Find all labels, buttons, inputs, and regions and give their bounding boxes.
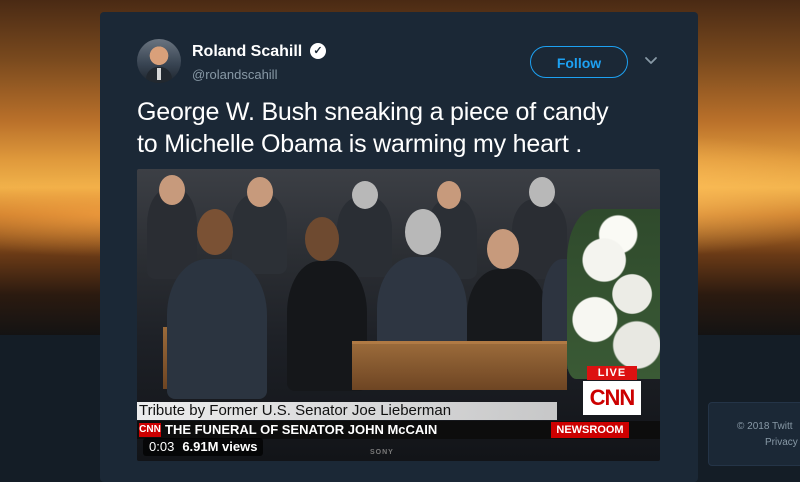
verified-badge-icon: ✓ [310,43,326,59]
tweet-card: Roland Scahill ✓ @rolandscahill Follow G… [100,12,698,482]
avatar-tie [157,68,161,80]
tweet-text: George W. Bush sneaking a piece of candy… [137,96,677,160]
crowd-head [352,181,378,209]
tv-brand-label: SONY [370,449,394,456]
tweet-text-line1: George W. Bush sneaking a piece of candy [137,98,609,126]
flower-arrangement [567,209,660,379]
cnn-logo: CNN [583,381,641,415]
crowd-head [529,177,555,207]
privacy-link[interactable]: Privacy [765,435,798,450]
video-views: 6.91M views [182,439,258,454]
avatar[interactable] [137,39,181,83]
laura-head [487,229,519,269]
obama-head [197,209,233,255]
michelle-head [305,217,339,261]
crowd-head [159,175,185,205]
ticker-text: THE FUNERAL OF SENATOR JOHN McCAIN [165,422,438,437]
segment-label: NEWSROOM [551,422,629,438]
copyright-text: © 2018 Twitt [737,421,793,432]
lower-third-caption: Tribute by Former U.S. Senator Joe Liebe… [137,402,557,420]
bush-head [405,209,441,255]
footer-card: © 2018 Twitt Privacy [708,402,800,466]
video-player[interactable]: LIVE CNN Tribute by Former U.S. Senator … [137,169,660,461]
video-duration: 0:03 [149,439,175,454]
obama-figure [167,259,267,399]
video-meta-overlay: 0:03 6.91M views [143,438,264,456]
crowd-head [247,177,273,207]
ticker-logo: CNN [139,423,161,437]
follow-button[interactable]: Follow [530,46,628,78]
live-badge: LIVE [587,366,637,380]
author-name[interactable]: Roland Scahill [192,43,302,61]
crowd-head [437,181,461,209]
chevron-down-icon[interactable] [644,54,658,68]
author-handle[interactable]: @rolandscahill [192,67,277,82]
pew [352,341,567,390]
tweet-text-line2: to Michelle Obama is warming my heart . [137,130,583,158]
